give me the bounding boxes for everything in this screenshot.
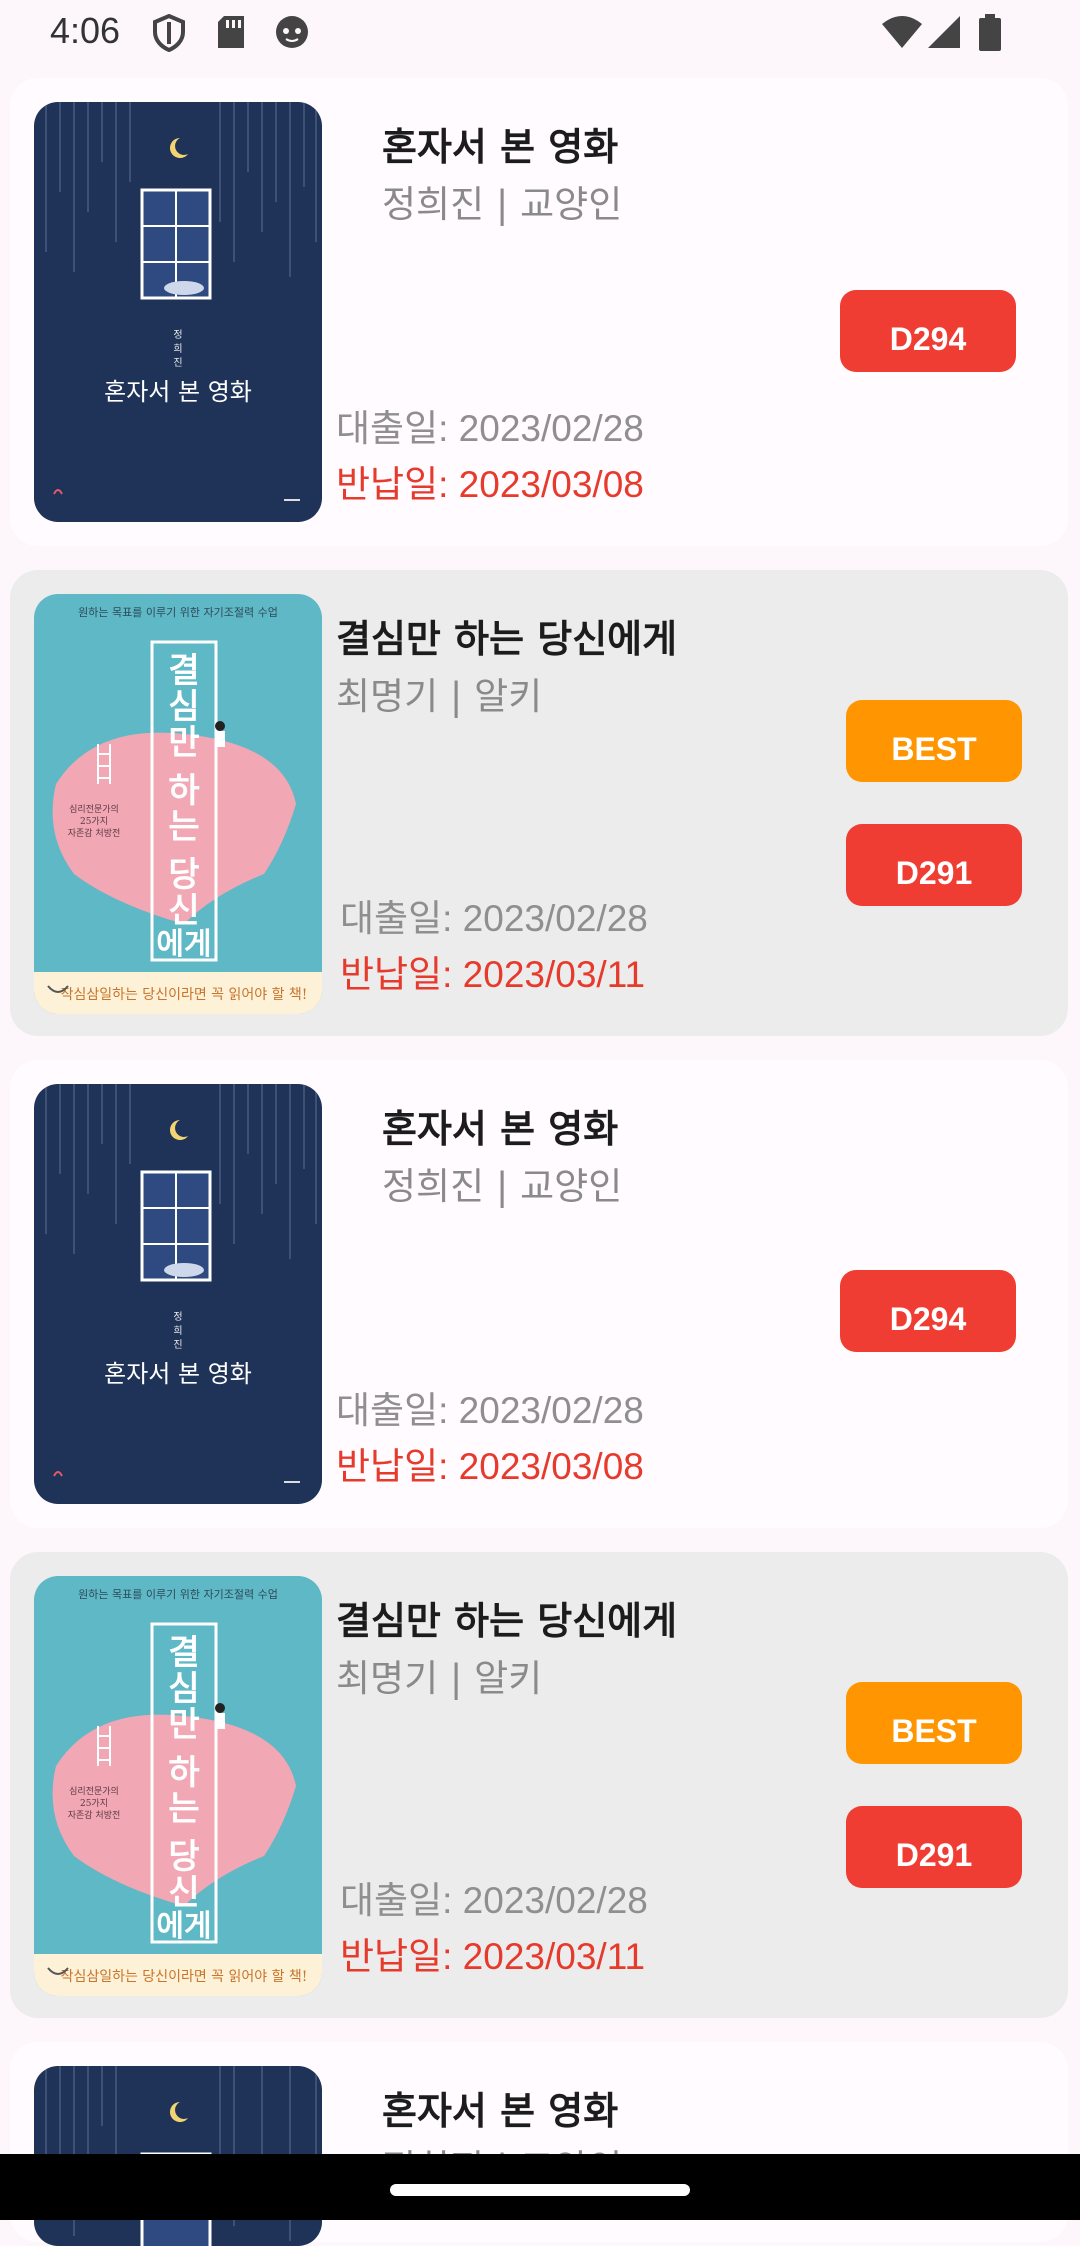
- svg-text:신: 신: [168, 891, 199, 931]
- svg-text:하: 하: [168, 771, 199, 811]
- loan-date: 대출일: 2023/02/28: [336, 1390, 644, 1431]
- due-date: 반납일: 2023/03/08: [336, 1446, 644, 1487]
- signal-icon: [926, 14, 962, 54]
- svg-text:당: 당: [168, 1837, 199, 1877]
- book-card[interactable]: 정 희 진 혼자서 본 영화 혼자서 본 영화 정희진 | 교양인 대출일: 2…: [10, 78, 1068, 546]
- book-title: 혼자서 본 영화: [382, 125, 619, 169]
- best-badge: BEST: [846, 700, 1022, 782]
- svg-text:결: 결: [168, 651, 199, 691]
- svg-text:심: 심: [168, 1669, 199, 1709]
- svg-text:심: 심: [168, 687, 199, 727]
- dday-badge: D291: [846, 824, 1022, 906]
- svg-text:희: 희: [173, 343, 182, 355]
- svg-text:25가지: 25가지: [80, 1798, 108, 1809]
- book-cover-image: 정 희 진 혼자서 본 영화: [34, 102, 322, 522]
- dday-badge: D294: [840, 1270, 1016, 1352]
- book-card[interactable]: 정 희 진 혼자서 본 영화 혼자서 본 영화 정희진 | 교양인 대출일: 2…: [10, 1060, 1068, 1528]
- navigation-bar: [0, 2154, 1080, 2220]
- cover-bottom-text: 작심삼일하는 당신이라면 꼭 읽어야 할 책!: [61, 1969, 308, 1985]
- book-author-publisher: 정희진 | 교양인: [382, 1165, 623, 1208]
- svg-text:25가지: 25가지: [80, 816, 108, 827]
- svg-text:결: 결: [168, 1633, 199, 1673]
- svg-text:자존감 처방전: 자존감 처방전: [68, 827, 121, 839]
- svg-text:는: 는: [168, 807, 199, 847]
- book-title: 결심만 하는 당신에게: [336, 1599, 678, 1643]
- svg-text:신: 신: [168, 1873, 199, 1913]
- status-time: 4:06: [50, 10, 121, 51]
- svg-text:심리전문가의: 심리전문가의: [69, 804, 119, 815]
- svg-text:에게: 에게: [156, 1909, 211, 1944]
- svg-text:에게: 에게: [156, 927, 211, 962]
- cover-bottom-text: 작심삼일하는 당신이라면 꼭 읽어야 할 책!: [61, 987, 308, 1003]
- dday-badge: D294: [840, 290, 1016, 372]
- shield-icon: [152, 13, 186, 56]
- book-card[interactable]: 원하는 목표를 이루기 위한 자기조절력 수업 결심만 하는 당 신 에게 심리전문…: [10, 570, 1068, 1036]
- svg-text:는: 는: [168, 1789, 199, 1829]
- book-cover-image: 원하는 목표를 이루기 위한 자기조절력 수업 결심만 하는 당 신 에게 심리전문…: [34, 1576, 322, 1996]
- sd-card-icon: [216, 14, 246, 54]
- battery-icon: [978, 14, 1002, 56]
- book-title: 혼자서 본 영화: [382, 1107, 619, 1151]
- book-cover-image: 정 희 진 혼자서 본 영화: [34, 1084, 322, 1504]
- due-date: 반납일: 2023/03/11: [340, 954, 646, 995]
- loan-date: 대출일: 2023/02/28: [340, 1880, 648, 1921]
- due-date: 반납일: 2023/03/11: [340, 1936, 646, 1977]
- loan-date: 대출일: 2023/02/28: [336, 408, 644, 449]
- svg-text:만: 만: [168, 723, 199, 763]
- book-title: 결심만 하는 당신에게: [336, 617, 678, 661]
- due-date: 반납일: 2023/03/08: [336, 464, 644, 505]
- svg-text:심리전문가의: 심리전문가의: [69, 1786, 119, 1797]
- status-bar: 4:06: [0, 0, 1080, 66]
- svg-text:희: 희: [173, 1325, 182, 1337]
- wifi-icon: [880, 14, 924, 54]
- dday-badge: D291: [846, 1806, 1022, 1888]
- cover-title-text: 혼자서 본 영화: [104, 378, 252, 406]
- book-author-publisher: 최명기 | 알키: [336, 1657, 543, 1700]
- svg-text:만: 만: [168, 1705, 199, 1745]
- cat-face-icon: [274, 14, 310, 54]
- home-gesture-handle[interactable]: [390, 2184, 690, 2196]
- svg-text:정: 정: [173, 1311, 182, 1323]
- svg-text:진: 진: [173, 357, 182, 369]
- cover-top-text: 원하는 목표를 이루기 위한 자기조절력 수업: [78, 605, 278, 619]
- book-card[interactable]: 원하는 목표를 이루기 위한 자기조절력 수업 결심만 하는 당 신 에게 심리전문…: [10, 1552, 1068, 2018]
- svg-text:하: 하: [168, 1753, 199, 1793]
- cover-top-text: 원하는 목표를 이루기 위한 자기조절력 수업: [78, 1587, 278, 1601]
- svg-text:정: 정: [173, 329, 182, 341]
- svg-text:당: 당: [168, 855, 199, 895]
- book-title: 혼자서 본 영화: [382, 2089, 619, 2133]
- book-author-publisher: 정희진 | 교양인: [382, 183, 623, 226]
- cover-title-text: 혼자서 본 영화: [104, 1360, 252, 1388]
- svg-text:진: 진: [173, 1339, 182, 1351]
- book-author-publisher: 최명기 | 알키: [336, 675, 543, 718]
- loan-date: 대출일: 2023/02/28: [340, 898, 648, 939]
- best-badge: BEST: [846, 1682, 1022, 1764]
- book-cover-image: 원하는 목표를 이루기 위한 자기조절력 수업 결심만 하는 당 신 에게 심리전문…: [34, 594, 322, 1014]
- svg-text:자존감 처방전: 자존감 처방전: [68, 1809, 121, 1821]
